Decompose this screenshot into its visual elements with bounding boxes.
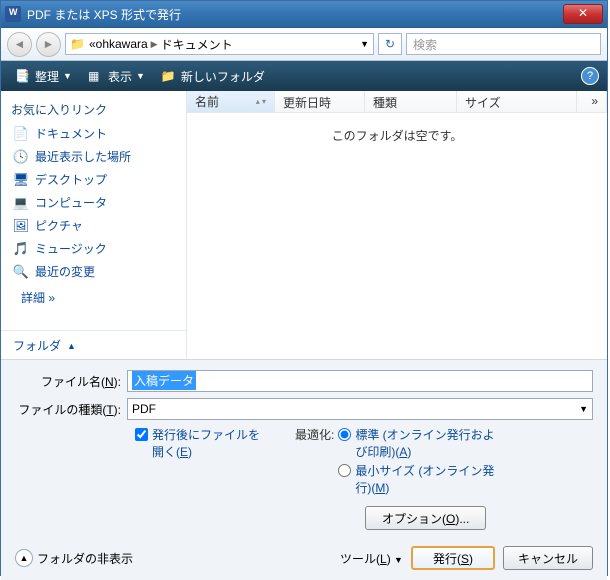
document-icon: 📄: [13, 126, 29, 142]
folder-icon: 📁: [70, 37, 85, 51]
column-date[interactable]: 更新日時: [275, 91, 365, 112]
chevron-up-icon: ▲: [15, 549, 33, 567]
sidebar-item-desktop[interactable]: 🖥デスクトップ: [1, 168, 186, 191]
column-more[interactable]: »: [577, 91, 607, 112]
view-icon: ▦: [88, 69, 104, 83]
toolbar: 📑 整理 ▼ ▦ 表示 ▼ 📁 新しいフォルダ ?: [1, 61, 607, 91]
forward-button[interactable]: ►: [36, 32, 61, 57]
recent-icon: 🕓: [13, 149, 29, 165]
refresh-button[interactable]: ↻: [378, 33, 402, 55]
optimize-standard-radio[interactable]: 標準 (オンライン発行および印刷)(A): [338, 426, 593, 460]
column-size[interactable]: サイズ: [457, 91, 577, 112]
window-title: PDF または XPS 形式で発行: [27, 6, 563, 23]
new-folder-button[interactable]: 📁 新しいフォルダ: [155, 66, 271, 87]
organize-button[interactable]: 📑 整理 ▼: [9, 66, 78, 87]
options-button[interactable]: オプション(O)...: [365, 506, 486, 530]
optimize-minimum-radio[interactable]: 最小サイズ (オンライン発行)(M): [338, 462, 593, 496]
sidebar-item-recent-places[interactable]: 🕓最近表示した場所: [1, 145, 186, 168]
column-name[interactable]: 名前▴ ▾: [187, 91, 275, 112]
sidebar-detail-link[interactable]: 詳細 »: [1, 283, 186, 312]
filetype-select[interactable]: PDF ▼: [127, 398, 593, 420]
new-folder-icon: 📁: [161, 69, 177, 83]
optimize-label: 最適化:: [295, 426, 334, 498]
organize-icon: 📑: [15, 69, 31, 83]
close-button[interactable]: ✕: [563, 4, 603, 24]
file-list: 名前▴ ▾ 更新日時 種類 サイズ » このフォルダは空です。: [187, 91, 607, 359]
search-icon: 🔍: [13, 264, 29, 280]
sidebar-item-computer[interactable]: 💻コンピュータ: [1, 191, 186, 214]
sidebar-item-recent-changes[interactable]: 🔍最近の変更: [1, 260, 186, 283]
column-headers: 名前▴ ▾ 更新日時 種類 サイズ »: [187, 91, 607, 113]
empty-folder-message: このフォルダは空です。: [187, 113, 607, 158]
search-placeholder: 検索: [413, 36, 437, 53]
filename-input[interactable]: 入稿データ: [127, 370, 593, 392]
filetype-label: ファイルの種類(T):: [15, 401, 127, 418]
help-button[interactable]: ?: [581, 67, 599, 85]
app-icon: [5, 6, 21, 22]
navbar: ◄ ► 📁 « ohkawara ▶ ドキュメント ▼ ↻ 検索: [1, 28, 607, 61]
tools-dropdown[interactable]: ツール(L) ▼: [340, 550, 403, 567]
publish-button[interactable]: 発行(S): [411, 546, 495, 570]
sidebar-folder-toggle[interactable]: フォルダ▲: [1, 330, 186, 360]
breadcrumb-part[interactable]: ohkawara: [96, 37, 148, 51]
chevron-down-icon: ▼: [63, 71, 72, 81]
breadcrumb-dropdown[interactable]: ▼: [360, 39, 369, 49]
breadcrumb-chevron: «: [89, 37, 96, 51]
breadcrumb-part[interactable]: ドキュメント: [161, 36, 233, 53]
chevron-down-icon: ▼: [579, 404, 588, 414]
chevron-up-icon: ▲: [67, 341, 76, 351]
chevron-right-icon: ▶: [151, 39, 158, 50]
back-button[interactable]: ◄: [7, 32, 32, 57]
cancel-button[interactable]: キャンセル: [503, 546, 593, 570]
search-input[interactable]: 検索: [406, 33, 601, 55]
computer-icon: 💻: [13, 195, 29, 211]
breadcrumb[interactable]: 📁 « ohkawara ▶ ドキュメント ▼: [65, 33, 374, 55]
sidebar-item-music[interactable]: 🎵ミュージック: [1, 237, 186, 260]
column-type[interactable]: 種類: [365, 91, 457, 112]
open-after-checkbox[interactable]: 発行後にファイルを開く(E): [135, 426, 295, 460]
sidebar-item-documents[interactable]: 📄ドキュメント: [1, 122, 186, 145]
pictures-icon: 🖼: [13, 218, 29, 234]
music-icon: 🎵: [13, 241, 29, 257]
sidebar: お気に入りリンク 📄ドキュメント 🕓最近表示した場所 🖥デスクトップ 💻コンピュ…: [1, 91, 187, 359]
view-button[interactable]: ▦ 表示 ▼: [82, 66, 151, 87]
hide-folder-toggle[interactable]: ▲ フォルダの非表示: [15, 549, 133, 567]
filename-label: ファイル名(N):: [15, 373, 127, 390]
sidebar-title: お気に入りリンク: [1, 97, 186, 122]
chevron-down-icon: ▼: [136, 71, 145, 81]
titlebar: PDF または XPS 形式で発行 ✕: [1, 1, 607, 28]
sidebar-item-pictures[interactable]: 🖼ピクチャ: [1, 214, 186, 237]
desktop-icon: 🖥: [13, 172, 29, 188]
bottom-panel: ファイル名(N): 入稿データ ファイルの種類(T): PDF ▼ 発行後にファ…: [1, 359, 607, 580]
